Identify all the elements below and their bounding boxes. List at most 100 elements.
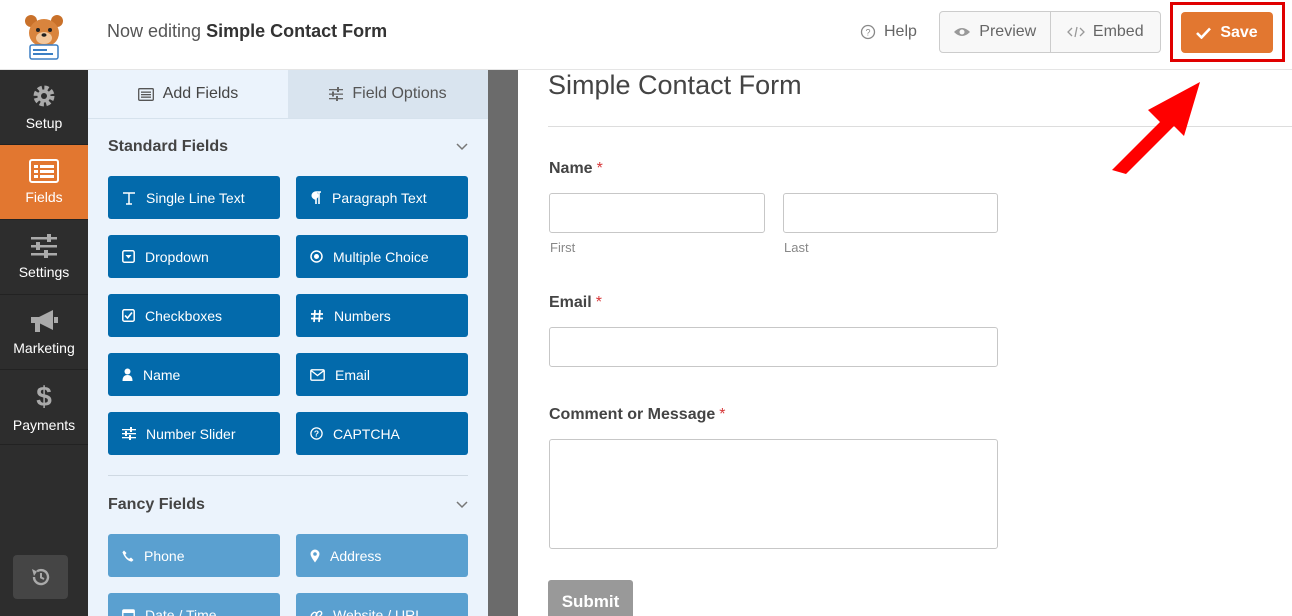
submit-button[interactable]: Submit	[548, 580, 633, 616]
field-name[interactable]: Name	[108, 353, 280, 396]
field-checkboxes[interactable]: Checkboxes	[108, 294, 280, 337]
nav-fields-label: Fields	[25, 189, 63, 205]
last-name-input[interactable]	[783, 193, 998, 233]
user-icon	[122, 368, 133, 381]
fancy-fields-header[interactable]: Fancy Fields	[108, 496, 468, 514]
sliders-icon	[31, 234, 57, 258]
eye-icon	[954, 28, 971, 36]
field-label: Address	[330, 547, 382, 564]
standard-fields-grid: Single Line Text Paragraph Text Dropdown…	[108, 176, 468, 455]
help-icon: ?	[860, 24, 876, 40]
field-website-url[interactable]: Website / URL	[296, 593, 468, 616]
preview-button[interactable]: Preview	[940, 12, 1050, 52]
svg-text:?: ?	[314, 429, 319, 439]
checkmark-icon	[1196, 27, 1212, 39]
wpforms-logo[interactable]	[0, 0, 88, 70]
nav-settings[interactable]: Settings	[0, 220, 88, 295]
gear-icon	[33, 85, 55, 107]
nav-payments[interactable]: $ Payments	[0, 370, 88, 445]
list-icon	[137, 87, 154, 101]
fancy-fields-grid: Phone Address Date / Time Website / URL	[108, 534, 468, 616]
required-mark: *	[595, 294, 602, 311]
title-prefix: Now editing	[107, 21, 202, 41]
required-mark: *	[719, 406, 726, 423]
nav-payments-label: Payments	[12, 417, 76, 433]
field-multiple-choice[interactable]: Multiple Choice	[296, 235, 468, 278]
email-input[interactable]	[549, 327, 998, 367]
form-title[interactable]: Simple Contact Form	[548, 70, 802, 101]
preview-embed-group: Preview Embed	[939, 11, 1161, 53]
title-form-name: Simple Contact Form	[206, 21, 388, 41]
megaphone-icon	[31, 310, 58, 332]
nav-setup[interactable]: Setup	[0, 70, 88, 145]
field-label: Phone	[144, 547, 185, 564]
preview-label: Preview	[979, 23, 1037, 40]
field-address[interactable]: Address	[296, 534, 468, 577]
left-nav: Setup Fields Settings Marketing $ Paymen…	[0, 70, 88, 616]
field-numbers[interactable]: Numbers	[296, 294, 468, 337]
field-label: Email	[335, 366, 371, 383]
message-label-text: Comment or Message	[549, 406, 716, 423]
tab-field-options-label: Field Options	[352, 85, 447, 102]
dropdown-icon	[122, 250, 135, 263]
field-label: Date / Time	[145, 606, 217, 616]
link-icon	[310, 610, 323, 616]
nav-settings-label: Settings	[18, 264, 70, 280]
annotation-arrow-icon	[1112, 82, 1200, 174]
required-mark: *	[596, 160, 603, 177]
email-label-text: Email	[549, 294, 592, 311]
chevron-down-icon	[456, 501, 468, 509]
help-label: Help	[884, 23, 917, 40]
help-link[interactable]: ? Help	[860, 23, 917, 41]
field-email[interactable]: Email	[296, 353, 468, 396]
phone-icon	[122, 550, 134, 562]
tab-add-fields-label: Add Fields	[162, 85, 239, 102]
standard-fields-header[interactable]: Standard Fields	[108, 138, 468, 156]
dollar-icon: $	[36, 381, 52, 411]
field-phone[interactable]: Phone	[108, 534, 280, 577]
top-bar: Now editing Simple Contact Form ? Help P…	[0, 0, 1292, 70]
field-label: Paragraph Text	[332, 189, 427, 206]
map-pin-icon	[310, 549, 320, 562]
last-sublabel: Last	[784, 240, 809, 255]
hash-icon	[311, 309, 323, 322]
field-paragraph-text[interactable]: Paragraph Text	[296, 176, 468, 219]
field-number-slider[interactable]: Number Slider	[108, 412, 280, 455]
fancy-fields-title: Fancy Fields	[108, 496, 205, 513]
field-captcha[interactable]: ? CAPTCHA	[296, 412, 468, 455]
first-sublabel: First	[550, 240, 576, 255]
section-divider	[108, 475, 468, 476]
field-dropdown[interactable]: Dropdown	[108, 235, 280, 278]
nav-fields[interactable]: Fields	[0, 145, 88, 220]
save-button[interactable]: Save	[1181, 12, 1273, 53]
first-name-input[interactable]	[549, 193, 765, 233]
field-label: Name	[143, 366, 181, 383]
embed-label: Embed	[1092, 23, 1144, 40]
save-label: Save	[1220, 23, 1258, 41]
field-label: Number Slider	[146, 425, 236, 442]
field-label: Numbers	[334, 307, 391, 324]
tab-field-options[interactable]: Field Options	[288, 70, 488, 118]
fields-icon	[29, 159, 59, 183]
embed-button[interactable]: Embed	[1049, 12, 1161, 52]
field-label: Single Line Text	[146, 189, 245, 206]
field-label: Dropdown	[145, 248, 209, 265]
field-single-line-text[interactable]: Single Line Text	[108, 176, 280, 219]
history-icon	[31, 568, 49, 586]
message-textarea[interactable]	[549, 439, 998, 549]
name-label-text: Name	[549, 160, 593, 177]
svg-text:?: ?	[865, 28, 870, 38]
nav-marketing[interactable]: Marketing	[0, 295, 88, 370]
field-date-time[interactable]: Date / Time	[108, 593, 280, 616]
slider-icon	[122, 427, 136, 440]
envelope-icon	[310, 368, 325, 381]
svg-text:$: $	[36, 381, 52, 411]
field-label: Website / URL	[333, 606, 423, 616]
code-icon	[1066, 26, 1085, 38]
revisions-button[interactable]	[13, 555, 68, 599]
panel-gutter	[488, 70, 518, 616]
checkbox-icon	[122, 309, 135, 322]
fields-panel: Add Fields Field Options Standard Fields…	[88, 70, 488, 616]
standard-fields-title: Standard Fields	[108, 138, 229, 155]
tab-add-fields[interactable]: Add Fields	[88, 70, 288, 118]
